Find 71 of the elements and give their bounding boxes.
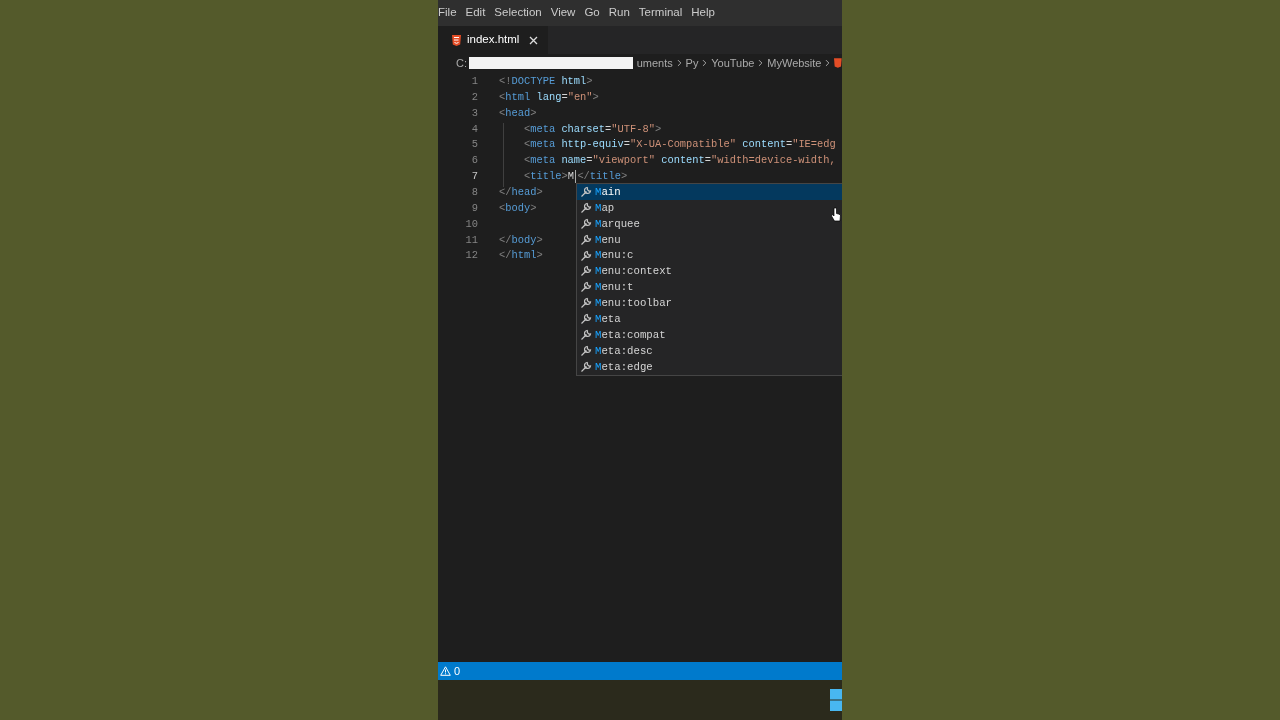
hand-pointer-icon bbox=[831, 207, 841, 223]
wrench-icon bbox=[580, 344, 592, 357]
suggestion-item[interactable]: Menu:t bbox=[577, 279, 842, 296]
menubar-entry[interactable]: Edit bbox=[465, 4, 493, 22]
code-line: <title>M </title> bbox=[522, 169, 628, 185]
menubar-entry[interactable]: File bbox=[438, 4, 464, 22]
menubar-entry[interactable]: Selection bbox=[494, 4, 549, 22]
suggestion-item[interactable]: Meta:compat bbox=[577, 327, 842, 343]
suggestion-item[interactable]: Main bbox=[577, 184, 842, 200]
menubar-entry[interactable]: Help bbox=[691, 4, 722, 22]
menubar-entry[interactable]: Run bbox=[608, 4, 637, 22]
suggestion-item[interactable]: Menu bbox=[577, 231, 842, 248]
wrench-icon bbox=[580, 360, 592, 373]
chevron-icon bbox=[676, 59, 682, 67]
html-file-icon bbox=[452, 34, 461, 46]
breadcrumb-item[interactable]: Py bbox=[685, 54, 699, 72]
suggestion-item[interactable]: Marquee bbox=[577, 215, 842, 232]
line-number: 10 bbox=[464, 216, 478, 232]
wrench-icon bbox=[580, 201, 592, 214]
line-number: 2 bbox=[470, 89, 478, 105]
warning-icon bbox=[440, 666, 451, 676]
line-number: 12 bbox=[464, 248, 478, 264]
menubar-entry[interactable]: Terminal bbox=[638, 4, 690, 22]
code-line: <meta name="viewport" content="width=device-width, bbox=[522, 153, 836, 169]
line-number: 8 bbox=[470, 185, 478, 200]
html-file-icon bbox=[834, 58, 842, 68]
wrench-icon bbox=[580, 328, 592, 341]
editor-tab[interactable]: index.html bbox=[438, 26, 549, 54]
chevron-icon bbox=[702, 59, 708, 67]
suggestion-item[interactable]: Meta:desc bbox=[577, 342, 842, 359]
suggestion-item[interactable]: Menu:toolbar bbox=[577, 295, 842, 312]
wrench-icon bbox=[580, 217, 592, 230]
suggestion-item[interactable]: Meta bbox=[577, 311, 842, 327]
code-line: <body> bbox=[499, 200, 537, 216]
close-icon[interactable] bbox=[529, 35, 539, 45]
code-line: <!DOCTYPE html> bbox=[499, 74, 593, 90]
chevron-icon bbox=[758, 59, 764, 67]
suggestion-item[interactable]: Menu:c bbox=[577, 247, 842, 264]
breadcrumb-item[interactable]: YouTube bbox=[711, 54, 755, 72]
line-number: 5 bbox=[470, 137, 478, 153]
wrench-icon bbox=[580, 185, 592, 198]
code-line: </html> bbox=[499, 248, 543, 264]
code-line: <html lang="en"> bbox=[499, 89, 599, 105]
menubar-entry[interactable]: Go bbox=[584, 4, 607, 22]
line-number: 11 bbox=[464, 232, 478, 248]
line-number: 1 bbox=[470, 74, 478, 90]
wrench-icon bbox=[580, 281, 592, 294]
wrench-icon bbox=[580, 233, 592, 246]
line-number: 3 bbox=[470, 105, 478, 121]
line-number: 4 bbox=[470, 121, 478, 137]
wrench-icon bbox=[580, 297, 592, 310]
code-line: <head> bbox=[499, 105, 537, 121]
suggestion-item[interactable]: Meta:edge bbox=[577, 358, 842, 375]
code-line: </head> bbox=[499, 185, 543, 200]
suggestion-item[interactable]: Map bbox=[577, 199, 842, 216]
menubar-entry[interactable]: View bbox=[550, 4, 583, 22]
code-line: </body> bbox=[499, 232, 543, 248]
suggestion-item[interactable]: Menu:context bbox=[577, 263, 842, 280]
wrench-icon bbox=[580, 249, 592, 262]
line-number: 6 bbox=[470, 153, 478, 169]
wrench-icon bbox=[580, 313, 592, 326]
breadcrumb-item[interactable]: C: bbox=[456, 54, 467, 72]
line-number: 7 bbox=[470, 169, 478, 185]
breadcrumb-item[interactable]: MyWebsite bbox=[767, 54, 822, 72]
line-number: 9 bbox=[470, 200, 478, 216]
warning-count[interactable]: 0 bbox=[454, 662, 461, 680]
code-line: <meta http-equiv="X-UA-Compatible" content="IE=edg bbox=[522, 137, 836, 153]
wrench-icon bbox=[580, 265, 592, 278]
chevron-icon bbox=[825, 59, 831, 67]
code-line: <meta charset="UTF-8"> bbox=[522, 121, 662, 137]
breadcrumb-item[interactable]: uments bbox=[636, 54, 673, 72]
